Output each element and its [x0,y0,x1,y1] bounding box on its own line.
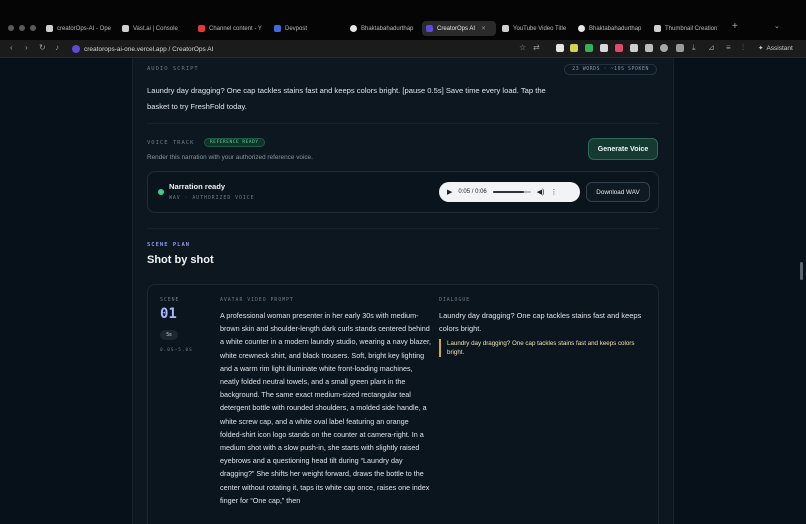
extension-red-icon[interactable] [615,44,623,52]
status-dot-icon [158,189,164,195]
reference-ready-badge: REFERENCE READY [204,138,265,147]
tab-favicon-icon [578,25,585,32]
voice-track-label: VOICE TRACK [147,140,195,146]
seek-bar[interactable] [492,191,531,193]
new-tab-button[interactable]: + [732,21,738,32]
reload-icon[interactable]: ↻ [39,43,46,52]
extension-circle-icon[interactable] [660,44,668,52]
puzzle-icon[interactable] [676,44,684,52]
sparkle-icon: ✦ [758,45,764,52]
tab-favicon-icon [350,25,357,32]
extension-white-icon[interactable] [600,44,608,52]
player-time: 0:05 / 0:06 [458,189,487,195]
tab-favicon-icon [46,25,53,32]
forward-arrow-icon[interactable]: › [25,43,28,52]
browser-tab[interactable]: Devpost [270,21,342,36]
scene-plan-title: Shot by shot [147,254,214,266]
tab-favicon-icon [198,25,205,32]
scene-plan-label: SCENE PLAN [147,242,191,248]
menu-lines-icon[interactable]: ≡ [726,43,731,52]
scene-number: 01 [160,306,177,322]
cast-icon[interactable]: ⊿ [708,43,715,52]
page-viewport: AUDIO SCRIPT 23 WORDS · ~10S SPOKEN Laun… [0,58,806,524]
content-column: AUDIO SCRIPT 23 WORDS · ~10S SPOKEN Laun… [132,58,674,524]
tab-label: CreatorOps AI [437,25,476,32]
avatar-prompt-text: A professional woman presenter in her ea… [220,311,431,505]
tab-favicon-icon [122,25,129,32]
extension-green-icon[interactable] [585,44,593,52]
audio-script-text: Laundry day dragging? One cap tackles st… [147,86,546,111]
tab-label: creatorOps-AI - Ope [57,25,112,32]
assistant-label: Assistant [766,44,793,52]
extension-grey-icon[interactable] [630,44,638,52]
section-divider [147,228,659,229]
bookmark-star-icon[interactable]: ☆ [519,43,526,52]
browser-tab[interactable]: YouTube Video Title [498,21,570,36]
browser-toolbar: ‹ › ↻ ♪ creatorops-ai-one.vercel.app / C… [0,40,806,58]
sidebar-icon[interactable]: ⫶ [742,43,744,53]
scene-label: SCENE [160,298,180,303]
narration-card: Narration ready WAV · AUTHORIZED VOICE ▶… [147,171,659,213]
assistant-button[interactable]: ✦ Assistant [758,44,793,53]
more-options-icon[interactable]: ⋮ [550,188,557,196]
tab-favicon-icon [502,25,509,32]
tab-favicon-icon [274,25,281,32]
browser-tab[interactable]: Bhaktabahadurthap [574,21,646,36]
tab-label: Channel content - Y [209,25,262,32]
play-icon[interactable]: ▶ [447,188,452,196]
tab-label: Vast.ai | Console [133,25,178,32]
narration-status-meta: WAV · AUTHORIZED VOICE [169,196,255,201]
extension-yellow-icon[interactable] [570,44,578,52]
extension-person-icon[interactable] [556,44,564,52]
audio-script-label: AUDIO SCRIPT [147,66,199,72]
tab-favicon-icon [654,25,661,32]
browser-tab[interactable]: Bhaktabahadurthap [346,21,418,36]
browser-tab-active[interactable]: CreatorOps AI ✕ [422,21,496,36]
dialogue-quote: Laundry day dragging? One cap tackles st… [439,339,644,357]
narration-status-title: Narration ready [169,182,226,191]
close-tab-icon[interactable]: ✕ [481,25,486,32]
microphone-icon[interactable]: ♪ [55,43,59,52]
scene-card: SCENE 01 5s 0.0S–5.0S AVATAR VIDEO PROMP… [147,284,659,524]
page-scrollbar[interactable] [800,262,803,280]
tab-label: YouTube Video Title [513,25,567,32]
browser-tab[interactable]: Channel content - Y [194,21,266,36]
volume-icon[interactable]: ◀) [537,188,545,196]
tab-label: Bhaktabahadurthap [361,25,414,32]
dialogue-label: DIALOGUE [439,298,471,303]
download-icon[interactable]: ⤓ [692,43,696,53]
minimize-window-icon[interactable] [19,25,25,31]
browser-tab[interactable]: Vast.ai | Console [118,21,190,36]
scene-duration-pill: 5s [160,330,178,340]
site-favicon-icon [72,45,80,53]
browser-tab-strip: creatorOps-AI - Ope Vast.ai | Console Ch… [0,0,806,40]
browser-tab[interactable]: Thumbnail Creation [650,21,722,36]
seek-fill [492,191,525,193]
generate-voice-button[interactable]: Generate Voice [588,138,658,160]
tab-favicon-icon [426,25,433,32]
audio-player[interactable]: ▶ 0:05 / 0:06 ◀) ⋮ [439,182,580,202]
section-divider [147,123,659,124]
close-window-icon[interactable] [8,25,14,31]
word-count-chip: 23 WORDS · ~10S SPOKEN [564,64,657,75]
tab-label: Thumbnail Creation [665,25,718,32]
tab-label: Bhaktabahadurthap [589,25,642,32]
back-arrow-icon[interactable]: ‹ [10,43,13,52]
address-bar[interactable]: creatorops-ai-one.vercel.app / CreatorOp… [72,43,213,55]
extension-filter-icon[interactable] [645,44,653,52]
avatar-prompt-label: AVATAR VIDEO PROMPT [220,298,294,303]
dialogue-text: Laundry day dragging? One cap tackles st… [439,311,642,333]
zoom-window-icon[interactable] [30,25,36,31]
scene-time-range: 0.0S–5.0S [160,348,193,353]
download-wav-button[interactable]: Download WAV [586,182,650,202]
browser-tab[interactable]: creatorOps-AI - Ope [42,21,114,36]
voice-track-description: Render this narration with your authoriz… [147,154,313,161]
tab-label: Devpost [285,25,308,32]
share-icon[interactable]: ⇄ [533,43,540,52]
address-text: creatorops-ai-one.vercel.app / CreatorOp… [84,45,214,53]
tab-list-chevron-icon[interactable]: ⌄ [774,22,780,30]
